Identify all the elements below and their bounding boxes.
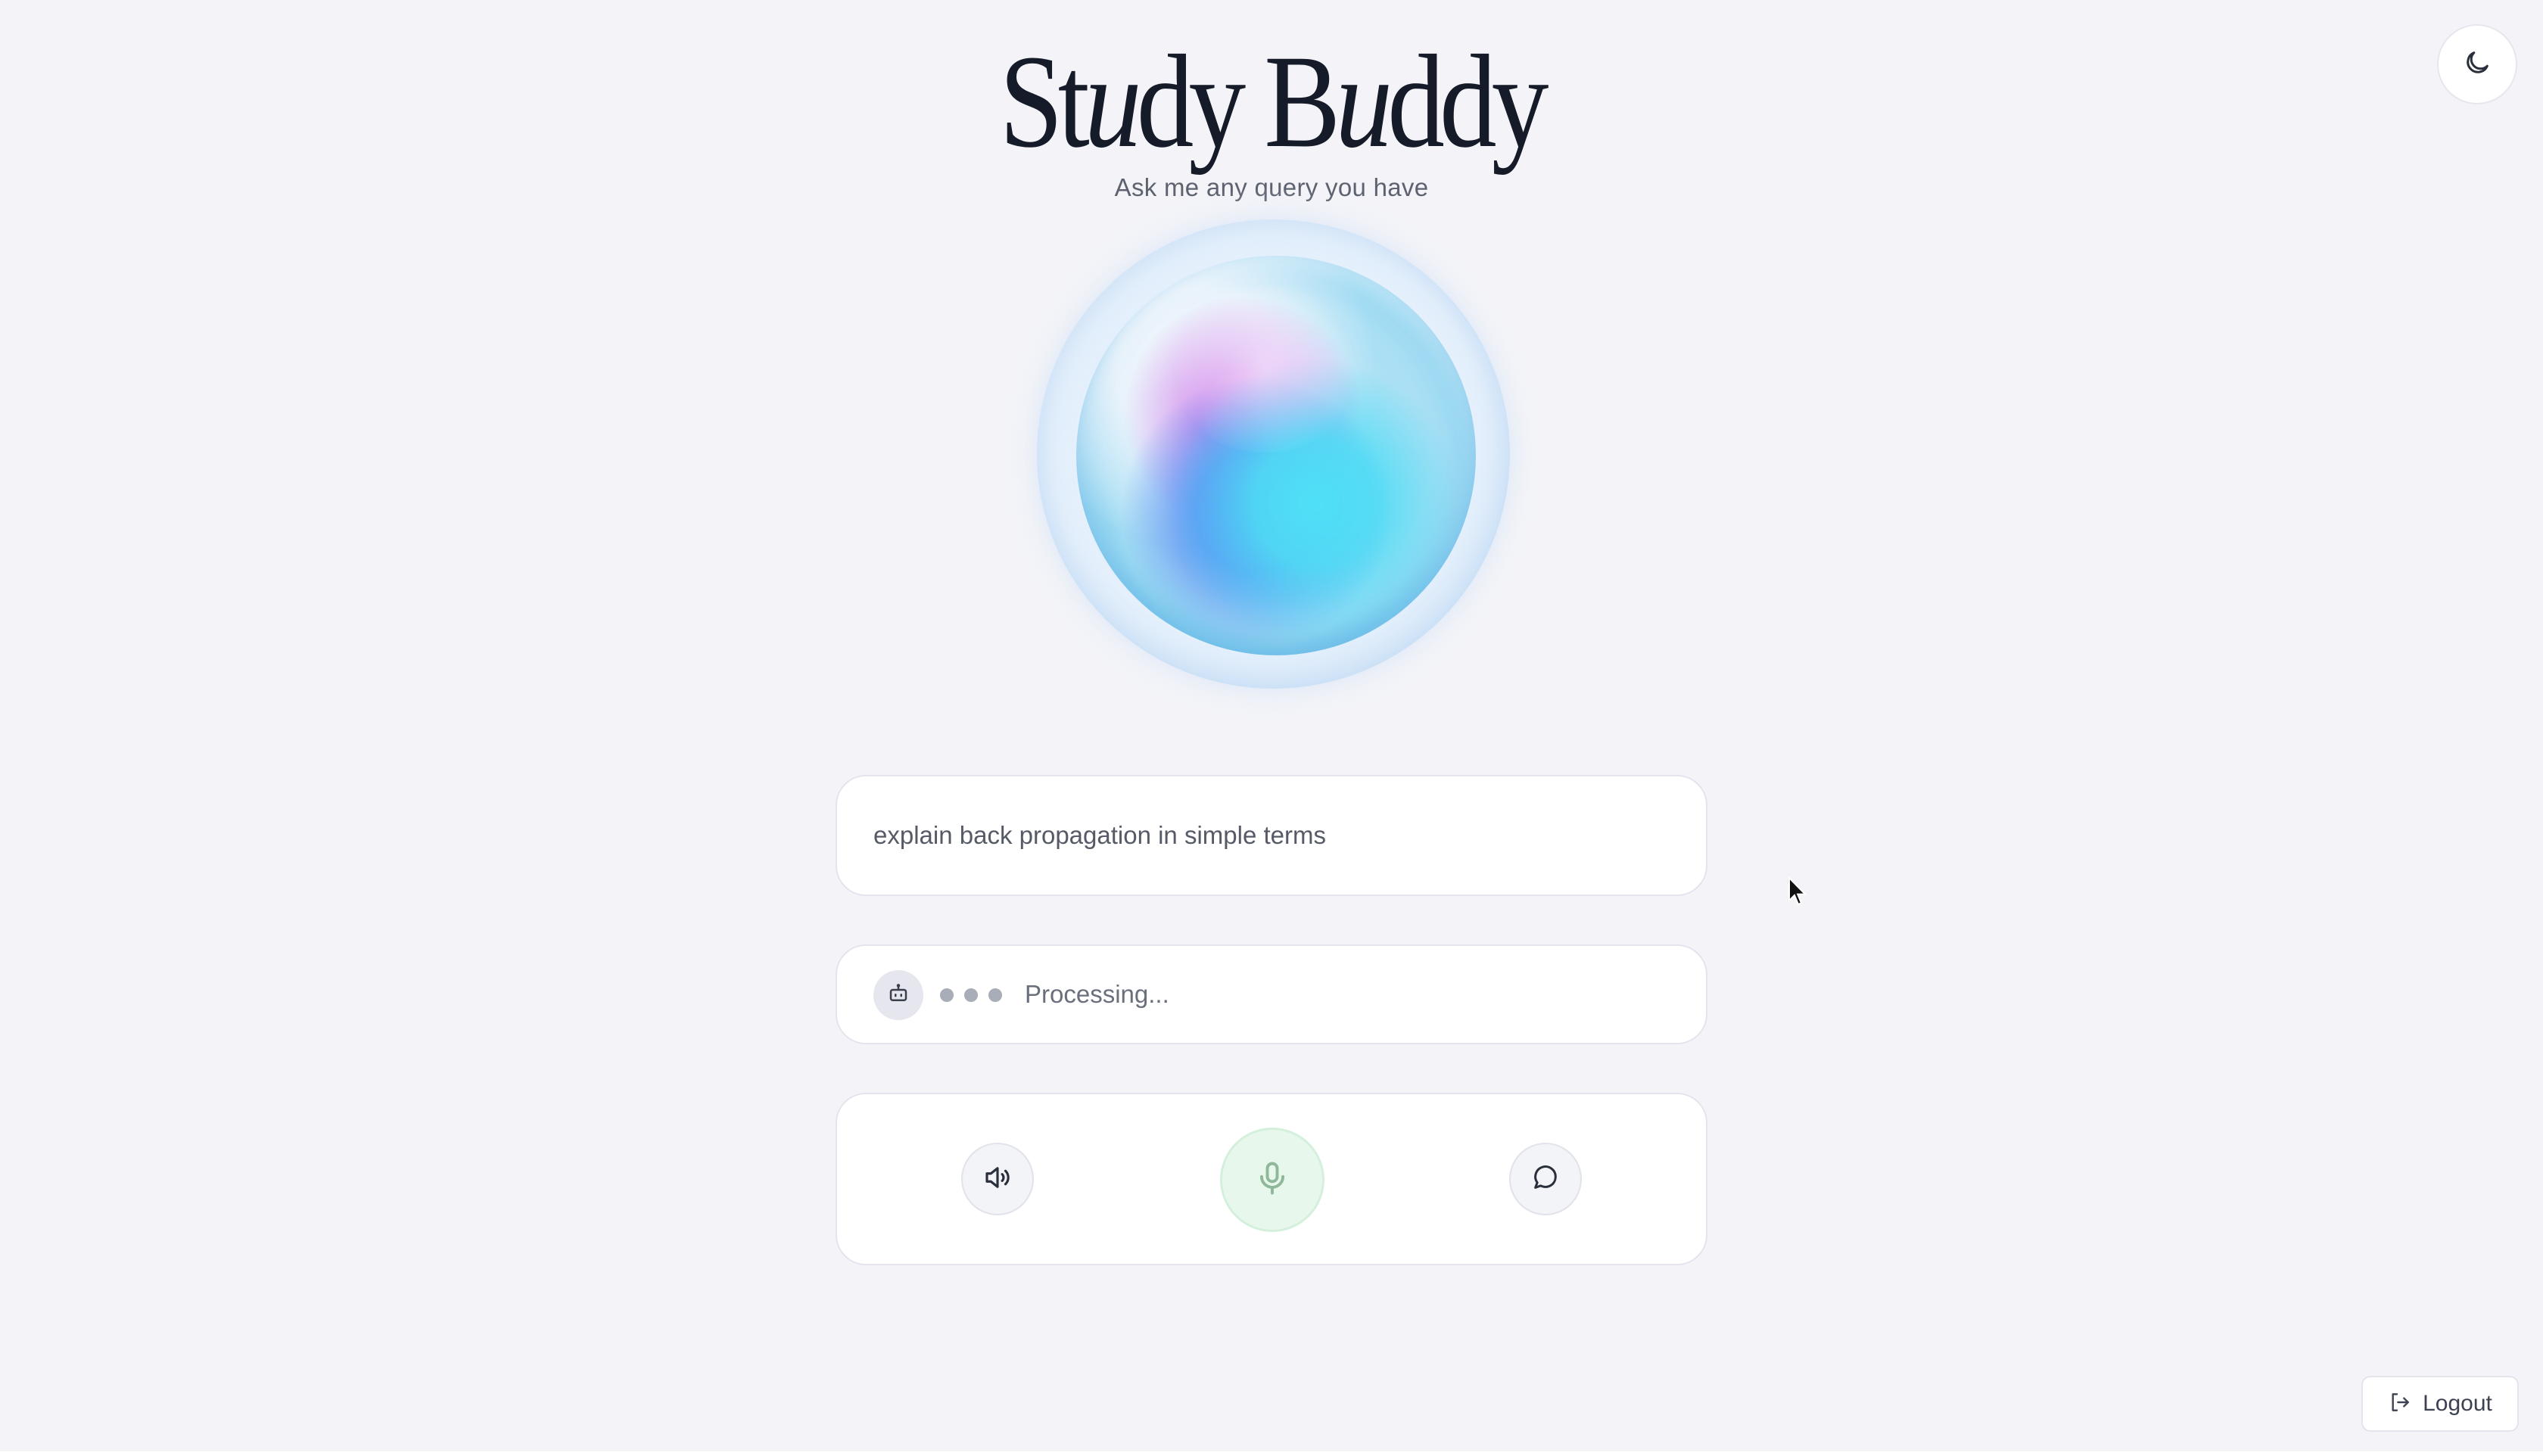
theme-toggle-button[interactable] — [2437, 24, 2517, 104]
title-part-3: dy B — [1136, 28, 1341, 176]
speaker-icon — [982, 1162, 1013, 1197]
chat-button[interactable] — [1509, 1143, 1582, 1215]
mouse-cursor-icon — [1788, 876, 1809, 907]
typing-indicator — [940, 988, 1002, 1002]
status-panel: Processing... — [836, 944, 1707, 1044]
bot-avatar — [873, 970, 923, 1020]
typing-dot — [964, 988, 978, 1002]
query-display: explain back propagation in simple terms — [836, 775, 1707, 896]
study-buddy-page: Study Buddy Ask me any query you have ex… — [0, 0, 2543, 1456]
title-part-1: St — [999, 28, 1089, 176]
bottom-edge — [0, 1451, 2543, 1456]
logout-button[interactable]: Logout — [2361, 1376, 2519, 1432]
bot-icon — [887, 982, 910, 1009]
title-part-2: u — [1084, 28, 1142, 176]
controls-panel — [836, 1093, 1707, 1265]
speaker-button[interactable] — [961, 1143, 1034, 1215]
orb-visualizer — [991, 189, 1552, 719]
microphone-button[interactable] — [1220, 1128, 1324, 1232]
title-part-4: u — [1335, 28, 1393, 176]
moon-icon — [2462, 48, 2492, 82]
page-title: Study Buddy — [178, 30, 2365, 174]
typing-dot — [988, 988, 1002, 1002]
logout-label: Logout — [2423, 1391, 2492, 1416]
orb-sheen — [1167, 286, 1364, 453]
logout-icon — [2388, 1390, 2412, 1418]
typing-dot — [940, 988, 954, 1002]
query-text: explain back propagation in simple terms — [873, 821, 1326, 849]
microphone-icon — [1253, 1159, 1292, 1202]
chat-bubble-icon — [1530, 1162, 1561, 1196]
title-part-5: ddy — [1387, 28, 1549, 176]
orb-core — [1076, 256, 1476, 655]
status-text: Processing... — [1025, 980, 1169, 1008]
